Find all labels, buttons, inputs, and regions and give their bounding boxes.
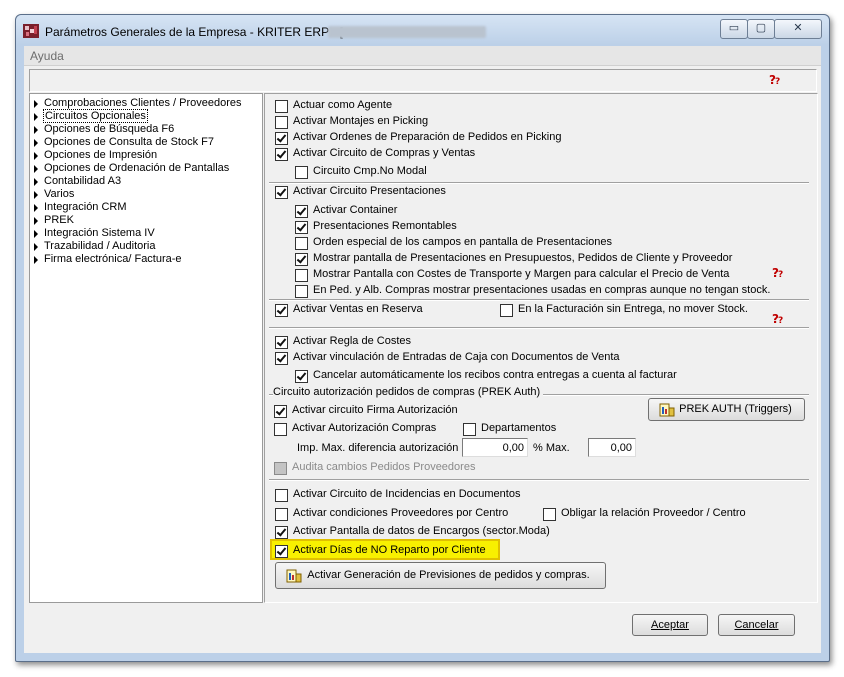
info-strip: ? ? bbox=[29, 69, 817, 92]
expand-arrow-icon[interactable] bbox=[34, 191, 38, 199]
checkbox[interactable] bbox=[295, 370, 308, 383]
checkbox[interactable] bbox=[274, 423, 287, 436]
checkbox[interactable] bbox=[295, 237, 308, 250]
expand-arrow-icon[interactable] bbox=[34, 152, 38, 160]
checkbox[interactable] bbox=[275, 116, 288, 129]
section-tree[interactable]: Comprobaciones Clientes / Proveedores Ci… bbox=[29, 93, 263, 603]
window-title: Parámetros Generales de la Empresa - KRI… bbox=[45, 25, 343, 39]
app-logo-icon bbox=[23, 24, 39, 38]
separator bbox=[269, 299, 809, 301]
checkbox[interactable] bbox=[295, 285, 308, 298]
help-icon[interactable]: ? ? bbox=[771, 266, 785, 279]
checkbox[interactable] bbox=[275, 489, 288, 502]
expand-arrow-icon[interactable] bbox=[34, 139, 38, 147]
accept-label: Aceptar bbox=[651, 619, 689, 631]
menu-help[interactable]: Ayuda bbox=[30, 49, 64, 63]
minimize-icon: ▭ bbox=[728, 22, 740, 34]
expand-arrow-icon[interactable] bbox=[34, 113, 38, 121]
checkbox[interactable] bbox=[274, 405, 287, 418]
expand-arrow-icon[interactable] bbox=[34, 100, 38, 108]
separator bbox=[269, 479, 809, 481]
close-button[interactable]: ✕ bbox=[774, 19, 822, 39]
dialog-body: Ayuda ? ? Comprobaciones Clientes / Prov… bbox=[24, 46, 821, 653]
report-icon bbox=[659, 403, 675, 417]
prek-auth-label: PREK AUTH (Triggers) bbox=[679, 403, 792, 415]
menu-bar: Ayuda bbox=[24, 46, 821, 66]
expand-arrow-icon[interactable] bbox=[34, 217, 38, 225]
expand-arrow-icon[interactable] bbox=[34, 165, 38, 173]
pct-max-label: % Max. bbox=[533, 442, 570, 454]
checkbox[interactable] bbox=[275, 132, 288, 145]
svg-text:?: ? bbox=[778, 316, 783, 325]
checkbox[interactable] bbox=[275, 545, 288, 558]
checkbox[interactable] bbox=[295, 221, 308, 234]
checkbox[interactable] bbox=[275, 186, 288, 199]
prek-group-title: Circuito autorización pedidos de compras… bbox=[273, 386, 544, 398]
expand-arrow-icon[interactable] bbox=[34, 256, 38, 264]
separator bbox=[269, 327, 809, 329]
checkbox[interactable] bbox=[295, 166, 308, 179]
cancel-label: Cancelar bbox=[734, 619, 779, 631]
accept-button[interactable]: Aceptar bbox=[632, 614, 708, 636]
cancel-button[interactable]: Cancelar bbox=[718, 614, 795, 636]
checkbox[interactable] bbox=[275, 304, 288, 317]
checkbox-disabled bbox=[274, 462, 287, 475]
checkbox[interactable] bbox=[275, 336, 288, 349]
expand-arrow-icon[interactable] bbox=[34, 243, 38, 251]
separator bbox=[269, 182, 809, 184]
checkbox[interactable] bbox=[295, 205, 308, 218]
title-redacted-text bbox=[328, 26, 486, 38]
report-icon bbox=[286, 569, 302, 583]
main-window: Parámetros Generales de la Empresa - KRI… bbox=[15, 14, 830, 662]
svg-text:?: ? bbox=[775, 77, 780, 86]
title-bar[interactable]: Parámetros Generales de la Empresa - KRI… bbox=[16, 15, 829, 45]
checkbox[interactable] bbox=[543, 508, 556, 521]
checkbox[interactable] bbox=[275, 508, 288, 521]
imp-max-input[interactable]: 0,00 bbox=[462, 438, 528, 457]
checkbox[interactable] bbox=[295, 253, 308, 266]
pct-max-input[interactable]: 0,00 bbox=[588, 438, 636, 457]
imp-max-label: Imp. Max. diferencia autorización bbox=[297, 442, 459, 454]
close-icon: ✕ bbox=[793, 22, 803, 34]
help-icon[interactable]: ? ? bbox=[771, 312, 785, 325]
previsiones-button[interactable]: Activar Generación de Previsiones de ped… bbox=[275, 562, 606, 589]
prek-auth-button[interactable]: PREK AUTH (Triggers) bbox=[648, 398, 805, 421]
expand-arrow-icon[interactable] bbox=[34, 204, 38, 212]
checkbox[interactable] bbox=[275, 100, 288, 113]
previsiones-label: Activar Generación de Previsiones de ped… bbox=[307, 569, 590, 581]
checkbox[interactable] bbox=[275, 352, 288, 365]
checkbox[interactable] bbox=[500, 304, 513, 317]
maximize-icon: ▢ bbox=[755, 22, 767, 34]
svg-text:?: ? bbox=[778, 270, 783, 279]
options-panel: Actuar como Agente Activar Montajes en P… bbox=[264, 93, 818, 603]
checkbox[interactable] bbox=[463, 423, 476, 436]
checkbox[interactable] bbox=[295, 269, 308, 282]
minimize-button[interactable]: ▭ bbox=[720, 19, 748, 39]
maximize-button[interactable]: ▢ bbox=[747, 19, 775, 39]
expand-arrow-icon[interactable] bbox=[34, 126, 38, 134]
help-icon[interactable]: ? ? bbox=[768, 73, 782, 86]
expand-arrow-icon[interactable] bbox=[34, 230, 38, 238]
checkbox[interactable] bbox=[275, 526, 288, 539]
checkbox[interactable] bbox=[275, 148, 288, 161]
expand-arrow-icon[interactable] bbox=[34, 178, 38, 186]
